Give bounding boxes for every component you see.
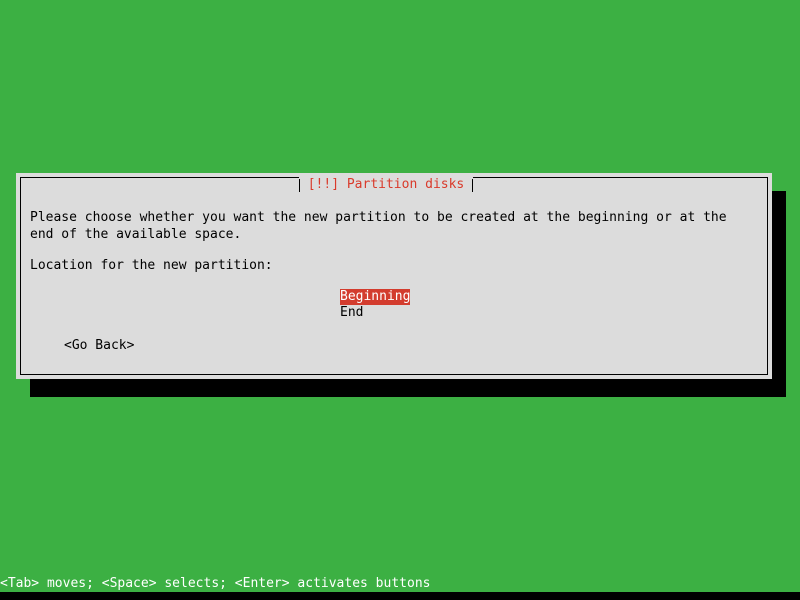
dialog-description: Please choose whether you want the new p…: [30, 210, 727, 242]
location-prompt-label: Location for the new partition:: [30, 258, 273, 273]
choice-item-beginning[interactable]: Beginning: [340, 289, 411, 305]
location-choice-list[interactable]: Beginning End: [340, 289, 540, 321]
screen-bottom-strip: [0, 592, 800, 600]
go-back-button[interactable]: <Go Back>: [64, 337, 134, 354]
keyboard-hint-statusbar: <Tab> moves; <Space> selects; <Enter> ac…: [0, 576, 800, 592]
installer-screen: [!!] Partition disks Please choose wheth…: [0, 0, 800, 600]
choice-item-end[interactable]: End: [340, 305, 363, 321]
